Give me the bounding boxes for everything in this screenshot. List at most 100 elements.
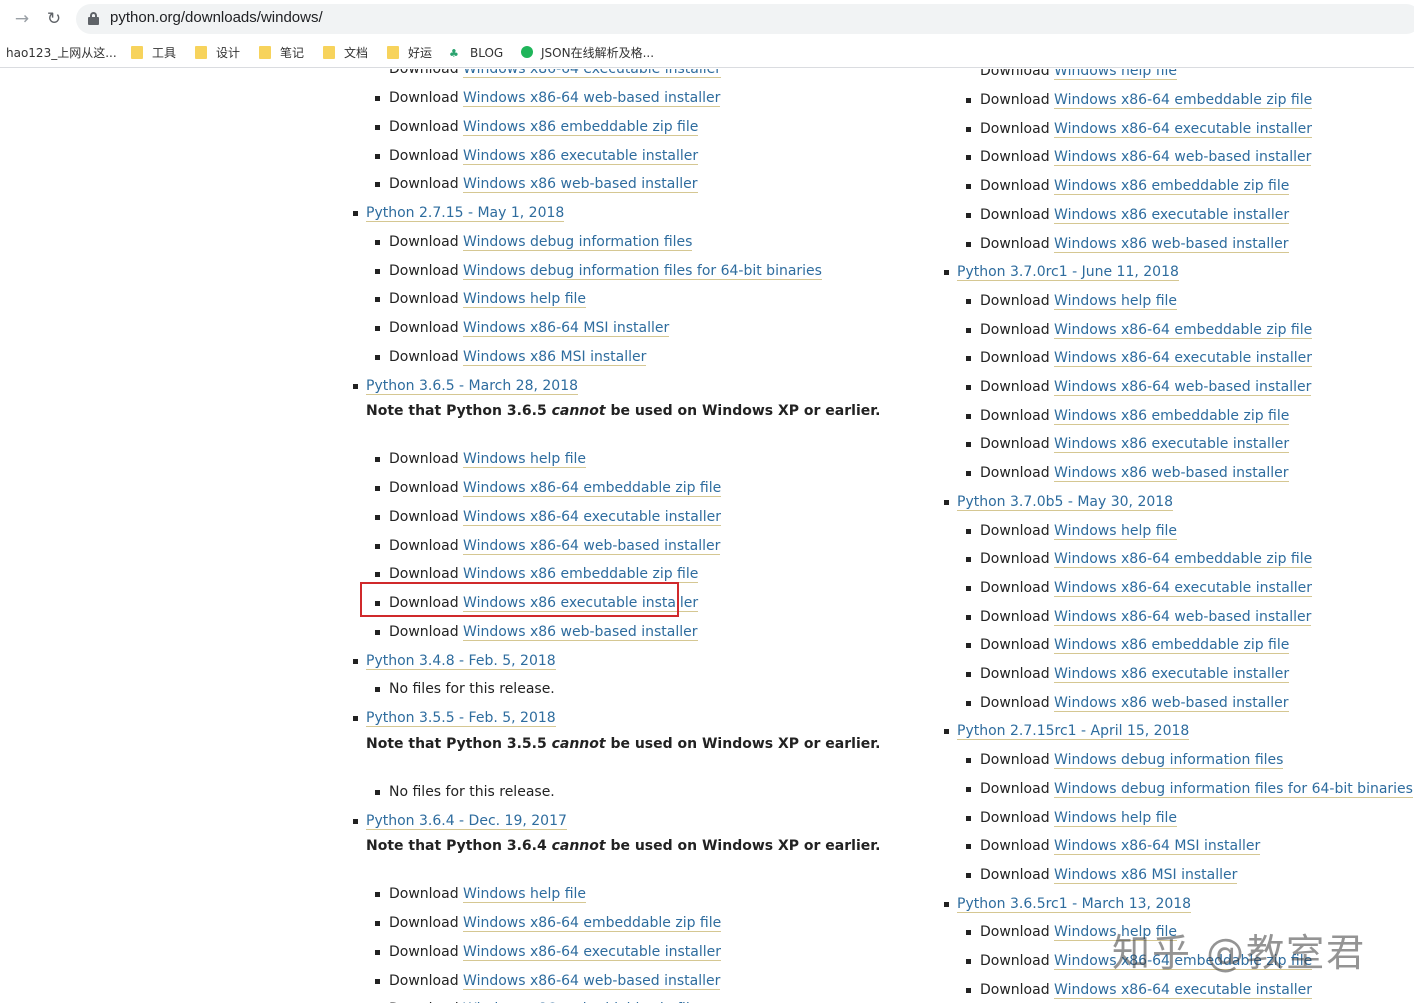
download-link[interactable]: Windows x86-64 embeddable zip file: [1054, 321, 1313, 339]
bookmark-luck[interactable]: 好运: [387, 43, 432, 63]
bullet-icon: [966, 212, 971, 218]
download-link[interactable]: Windows x86-64 embeddable zip file: [1054, 551, 1313, 569]
release-link[interactable]: Python 3.6.5rc1 - March 13, 2018: [957, 895, 1192, 913]
download-link[interactable]: Windows x86 executable installer: [1054, 436, 1290, 454]
download-item: Download Windows x86 web-based installer: [375, 175, 698, 194]
download-link[interactable]: Windows x86 web-based installer: [463, 623, 698, 641]
folder-icon: [387, 46, 399, 59]
download-link[interactable]: Windows help file: [463, 291, 587, 309]
no-files-item: No files for this release.: [375, 783, 555, 801]
download-label: Download: [980, 551, 1050, 568]
download-link[interactable]: Windows x86 MSI installer: [463, 348, 647, 366]
download-link[interactable]: Windows x86 web-based installer: [1054, 694, 1289, 712]
reload-icon[interactable]: ↻: [44, 9, 64, 29]
json-icon: [521, 46, 533, 58]
bullet-icon: [375, 239, 380, 245]
download-link[interactable]: Windows x86 web-based installer: [463, 176, 698, 194]
download-link[interactable]: Windows x86-64 executable installer: [463, 943, 721, 961]
download-label: Download: [389, 915, 459, 931]
download-link[interactable]: Windows x86 MSI installer: [1054, 866, 1238, 884]
bullet-icon: [966, 614, 971, 620]
download-link[interactable]: Windows x86 executable installer: [1054, 206, 1290, 224]
release-link[interactable]: Python 3.6.4 - Dec. 19, 2017: [366, 812, 567, 830]
download-link[interactable]: Windows x86-64 web-based installer: [1054, 608, 1312, 626]
release-link[interactable]: Python 3.7.0rc1 - June 11, 2018: [957, 264, 1179, 282]
download-link[interactable]: Windows help file: [1054, 809, 1178, 827]
release-link[interactable]: Python 3.5.5 - Feb. 5, 2018: [366, 710, 556, 727]
release-link[interactable]: Python 2.7.15rc1 - April 15, 2018: [957, 723, 1190, 741]
download-link[interactable]: Windows x86-64 web-based installer: [463, 90, 721, 107]
download-link[interactable]: Windows x86-64 executable installer: [463, 69, 721, 79]
download-link[interactable]: Windows debug information files: [463, 233, 693, 251]
download-link[interactable]: Windows x86 embeddable zip file: [463, 118, 699, 136]
download-label: Download: [389, 537, 459, 554]
partial-label[interactable]: Download Windows help file: [980, 69, 1178, 81]
download-item: Download Windows x86-64 web-based instal…: [375, 972, 721, 990]
bullet-icon: [375, 687, 380, 693]
download-link[interactable]: Windows x86-64 executable installer: [1054, 981, 1312, 999]
download-label: Download: [389, 886, 459, 903]
folder-icon: [259, 46, 271, 59]
bullet-icon: [375, 486, 380, 491]
bookmark-hao123[interactable]: hao123_上网从这...: [6, 43, 117, 63]
bookmark-design[interactable]: 设计: [195, 43, 240, 63]
bullet-icon: [375, 96, 380, 101]
release-item: Python 3.7.0rc1 - June 11, 2018: [944, 263, 1179, 282]
download-link[interactable]: Windows x86-64 executable installer: [463, 508, 721, 526]
download-link[interactable]: Windows x86-64 executable installer: [1054, 350, 1312, 368]
download-link[interactable]: Windows x86 embeddable zip file: [463, 566, 699, 584]
download-label: Download: [980, 407, 1050, 424]
download-link[interactable]: Windows x86-64 executable installer: [1054, 120, 1312, 138]
download-link[interactable]: Windows x86-64 embeddable zip file: [1054, 92, 1313, 109]
download-link[interactable]: Windows x86 web-based installer: [1054, 465, 1289, 483]
download-link[interactable]: Windows help file: [463, 886, 587, 904]
download-link[interactable]: Windows help file: [463, 451, 587, 469]
download-link[interactable]: Windows x86-64 web-based installer: [1054, 379, 1312, 396]
download-link[interactable]: Windows x86 web-based installer: [1054, 235, 1289, 253]
download-label: Download: [389, 623, 459, 640]
release-link[interactable]: Python 3.7.0b5 - May 30, 2018: [957, 493, 1174, 511]
download-label: Download: [980, 752, 1050, 769]
download-label: Download: [980, 809, 1050, 826]
download-link[interactable]: Windows debug information files for 64-b…: [1054, 780, 1413, 798]
download-link[interactable]: Windows x86-64 MSI installer: [1054, 838, 1261, 856]
download-link[interactable]: Windows x86-64 web-based installer: [463, 972, 721, 990]
bullet-icon: [966, 844, 971, 850]
download-link[interactable]: Windows x86 executable installer: [463, 147, 699, 165]
bookmark-docs[interactable]: 文档: [323, 43, 368, 63]
download-link[interactable]: Windows x86 embeddable zip file: [1054, 637, 1290, 655]
download-link[interactable]: Windows help file: [1054, 522, 1178, 540]
bookmark-json[interactable]: JSON在线解析及格...: [521, 43, 654, 63]
download-link[interactable]: Windows x86-64 web-based installer: [463, 537, 721, 555]
download-link[interactable]: Windows help file: [1054, 69, 1178, 81]
download-link[interactable]: Windows debug information files: [1054, 752, 1284, 770]
release-link[interactable]: Python 3.4.8 - Feb. 5, 2018: [366, 652, 556, 670]
download-label: Download: [389, 566, 459, 583]
download-link[interactable]: Windows x86-64 executable installer: [1054, 579, 1312, 597]
forward-arrow-icon[interactable]: →: [12, 9, 32, 29]
download-link[interactable]: Windows x86-64 embeddable zip file: [463, 915, 722, 932]
bullet-icon: [966, 155, 971, 161]
address-bar[interactable]: python.org/downloads/windows/: [76, 4, 1414, 34]
release-link[interactable]: Python 2.7.15 - May 1, 2018: [366, 205, 565, 222]
compat-note: Note that Python 3.5.5 cannot be used on…: [366, 736, 880, 752]
release-link[interactable]: Python 3.6.5 - March 28, 2018: [366, 377, 579, 395]
partial-label[interactable]: Download Windows x86-64 executable insta…: [389, 69, 721, 79]
bullet-icon: [375, 949, 380, 955]
download-link[interactable]: Windows help file: [1054, 292, 1178, 310]
bookmark-label: BLOG: [470, 46, 504, 60]
download-link[interactable]: Windows x86 embeddable zip file: [1054, 407, 1290, 425]
download-link[interactable]: Windows x86-64 embeddable zip file: [463, 480, 722, 497]
bullet-icon: [375, 354, 380, 360]
download-link[interactable]: Windows x86-64 MSI installer: [463, 320, 670, 337]
bookmark-notes[interactable]: 笔记: [259, 43, 304, 63]
download-link[interactable]: Windows x86 executable installer: [1054, 666, 1290, 683]
download-link[interactable]: Windows debug information files for 64-b…: [463, 262, 822, 280]
download-label: Download: [980, 522, 1050, 539]
bullet-icon: [375, 514, 380, 520]
download-link[interactable]: Windows x86 embeddable zip file: [1054, 178, 1290, 196]
bookmark-tools[interactable]: 工具: [131, 43, 176, 63]
bookmark-blog[interactable]: ♣ BLOG: [449, 43, 503, 63]
download-link[interactable]: Windows x86-64 web-based installer: [1054, 149, 1312, 167]
download-item: Download Windows help file: [966, 809, 1178, 827]
